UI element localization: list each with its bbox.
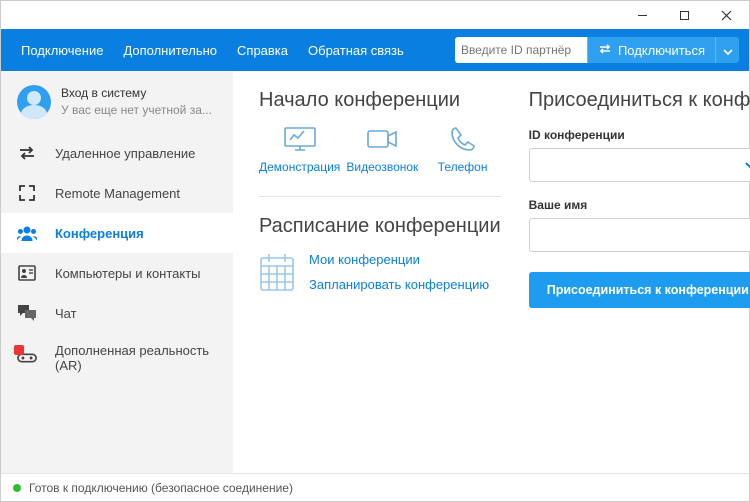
- join-meeting-button[interactable]: Присоединиться к конференции: [529, 272, 750, 308]
- option-label: Демонстрация: [259, 160, 340, 174]
- meeting-icon: [17, 223, 37, 243]
- maximize-button[interactable]: [663, 1, 705, 29]
- your-name-label: Ваше имя: [529, 198, 750, 212]
- phone-icon: [446, 126, 480, 152]
- ar-icon: [17, 348, 37, 368]
- my-meetings-link[interactable]: Мои конференции: [309, 252, 489, 267]
- close-button[interactable]: [705, 1, 747, 29]
- option-presentation[interactable]: Демонстрация: [259, 126, 340, 174]
- status-text: Готов к подключению (безопасное соединен…: [29, 481, 293, 495]
- calendar-icon: [259, 252, 295, 292]
- connect-button-label: Подключиться: [618, 43, 705, 58]
- chevron-down-icon: [723, 43, 733, 58]
- your-name-field[interactable]: [529, 218, 750, 252]
- join-meeting-heading: Присоединиться к конф...: [529, 89, 750, 112]
- presentation-icon: [283, 126, 317, 152]
- sidebar-item-meeting[interactable]: Конференция: [1, 213, 233, 253]
- menu-connection[interactable]: Подключение: [11, 43, 113, 58]
- meeting-id-field[interactable]: [529, 148, 750, 182]
- divider: [259, 196, 501, 197]
- sidebar-item-ar[interactable]: Дополненная реальность (AR): [1, 333, 233, 383]
- menu-extras[interactable]: Дополнительно: [113, 43, 227, 58]
- sidebar-item-contacts[interactable]: Компьютеры и контакты: [1, 253, 233, 293]
- schedule-meeting-link[interactable]: Запланировать конференцию: [309, 277, 489, 292]
- sidebar-item-label: Компьютеры и контакты: [55, 266, 201, 281]
- connect-dropdown[interactable]: [715, 37, 739, 63]
- minimize-button[interactable]: [621, 1, 663, 29]
- option-label: Телефон: [438, 160, 488, 174]
- sidebar-item-chat[interactable]: Чат: [1, 293, 233, 333]
- schedule-heading: Расписание конференции: [259, 215, 501, 238]
- option-phone[interactable]: Телефон: [424, 126, 500, 174]
- menu-help[interactable]: Справка: [227, 43, 298, 58]
- status-dot-icon: [13, 484, 21, 492]
- video-icon: [365, 126, 399, 152]
- chat-icon: [17, 303, 37, 323]
- sidebar-item-label: Remote Management: [55, 186, 180, 201]
- meeting-id-label: ID конференции: [529, 128, 750, 142]
- menu-feedback[interactable]: Обратная связь: [298, 43, 414, 58]
- swap-icon: [598, 43, 612, 58]
- partner-id-input[interactable]: [455, 37, 587, 63]
- contacts-icon: [17, 263, 37, 283]
- main-content: Начало конференции Демонстрация Видеозво…: [233, 71, 749, 473]
- option-video-call[interactable]: Видеозвонок: [344, 126, 420, 174]
- your-name-input[interactable]: [538, 228, 750, 243]
- connect-button[interactable]: Подключиться: [587, 37, 715, 63]
- sign-in-label: Вход в систему: [61, 85, 212, 102]
- meeting-id-input[interactable]: [538, 158, 744, 173]
- sign-in-subtext: У вас еще нет учетной за...: [61, 102, 212, 119]
- menubar: Подключение Дополнительно Справка Обратн…: [1, 29, 749, 71]
- sidebar-item-remote-control[interactable]: Удаленное управление: [1, 133, 233, 173]
- chevron-down-icon[interactable]: [744, 158, 750, 173]
- sidebar: Вход в систему У вас еще нет учетной за.…: [1, 71, 233, 473]
- status-bar: Готов к подключению (безопасное соединен…: [1, 473, 749, 501]
- sidebar-item-label: Удаленное управление: [55, 146, 195, 161]
- window-titlebar: [1, 1, 749, 29]
- sidebar-item-label: Конференция: [55, 226, 144, 241]
- profile-section[interactable]: Вход в систему У вас еще нет учетной за.…: [1, 71, 233, 133]
- sidebar-item-remote-management[interactable]: Remote Management: [1, 173, 233, 213]
- sidebar-item-label: Чат: [55, 306, 77, 321]
- sidebar-item-label: Дополненная реальность (AR): [55, 343, 217, 373]
- new-badge: [14, 345, 24, 355]
- expand-icon: [17, 183, 37, 203]
- avatar: [17, 85, 51, 119]
- option-label: Видеозвонок: [346, 160, 418, 174]
- start-meeting-heading: Начало конференции: [259, 89, 501, 112]
- swap-arrows-icon: [17, 143, 37, 163]
